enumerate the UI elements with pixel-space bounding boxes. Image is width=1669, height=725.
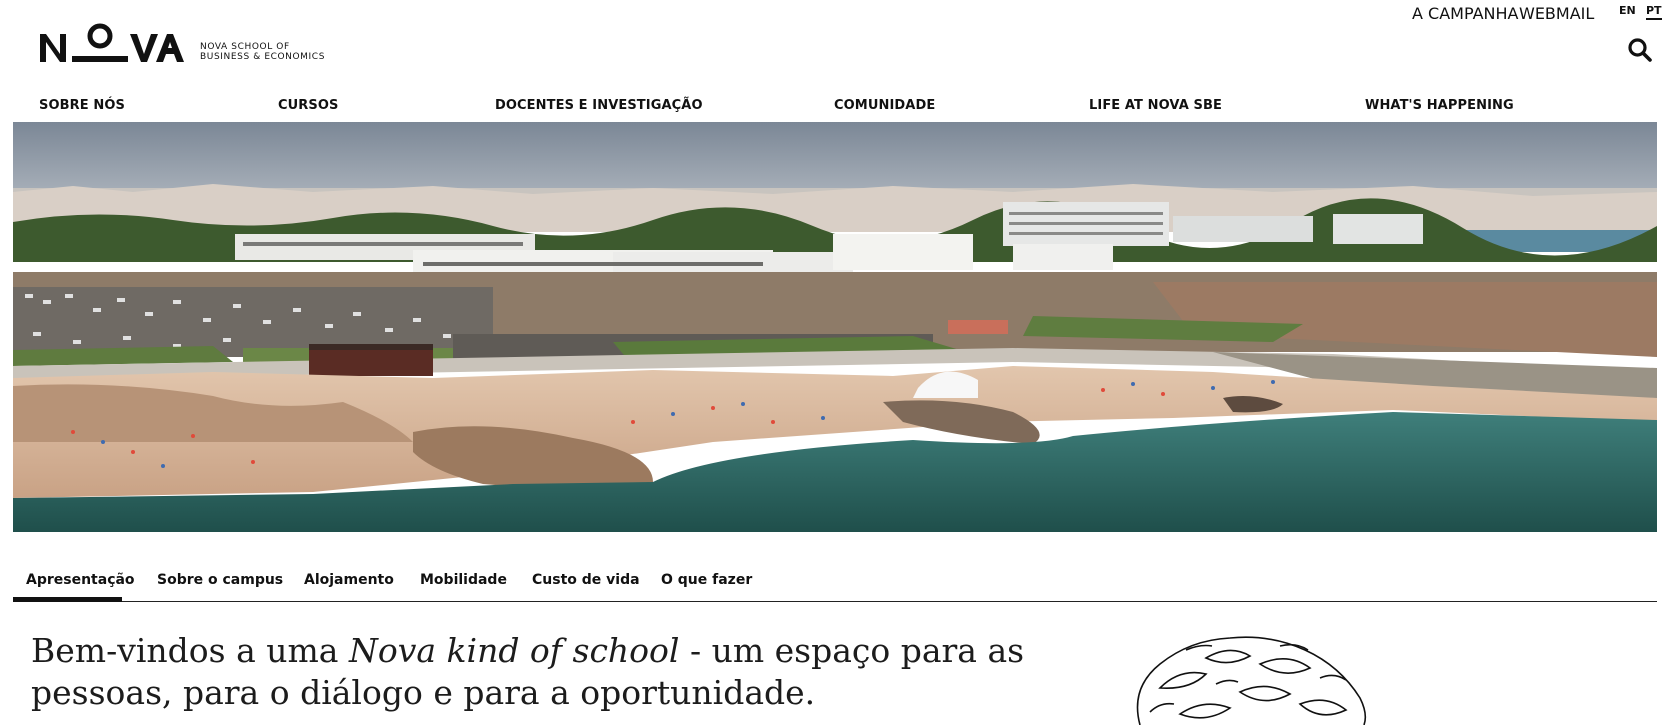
tab-alojamento[interactable]: Alojamento: [304, 572, 394, 588]
lang-pt-link[interactable]: PT: [1646, 4, 1662, 20]
nav-cursos[interactable]: CURSOS: [278, 98, 338, 113]
tab-sobre-o-campus[interactable]: Sobre o campus: [157, 572, 283, 588]
nav-whats-happening[interactable]: WHAT'S HAPPENING: [1365, 98, 1514, 113]
nova-wordmark: [40, 23, 184, 62]
main-navigation: SOBRE NÓS CURSOS DOCENTES E INVESTIGAÇÃO…: [0, 98, 1669, 116]
section-tabs: Apresentação Sobre o campus Alojamento M…: [13, 570, 1657, 602]
logo-line-2: BUSINESS & ECONOMICS: [200, 52, 326, 62]
nav-docentes-investigacao[interactable]: DOCENTES E INVESTIGAÇÃO: [495, 98, 703, 113]
intro-text-before: Bem-vindos a uma: [31, 631, 349, 670]
intro-text-italic: Nova kind of school: [348, 631, 680, 670]
tab-o-que-fazer[interactable]: O que fazer: [661, 572, 752, 588]
a-campanha-link[interactable]: A CAMPANHA: [1412, 4, 1518, 23]
leaf-illustration: [1136, 636, 1367, 725]
tab-mobilidade[interactable]: Mobilidade: [420, 572, 507, 588]
active-tab-indicator: [13, 597, 122, 602]
nova-sbe-logo[interactable]: NOVA SCHOOL OF BUSINESS & ECONOMICS: [38, 18, 338, 64]
logo-line-1: NOVA SCHOOL OF: [200, 42, 290, 52]
nav-comunidade[interactable]: COMUNIDADE: [834, 98, 935, 113]
hero-campus-image: [13, 122, 1657, 532]
tab-custo-de-vida[interactable]: Custo de vida: [532, 572, 640, 588]
intro-statement: Bem-vindos a uma Nova kind of school - u…: [31, 630, 1071, 714]
search-icon[interactable]: [1627, 37, 1653, 63]
nav-sobre-nos[interactable]: SOBRE NÓS: [39, 98, 125, 113]
webmail-link[interactable]: WEBMAIL: [1519, 4, 1594, 23]
tab-apresentacao[interactable]: Apresentação: [26, 572, 135, 588]
logo-school-name: NOVA SCHOOL OF BUSINESS & ECONOMICS: [200, 42, 325, 62]
lang-en-link[interactable]: EN: [1619, 4, 1636, 17]
nav-life-at-nova-sbe[interactable]: LIFE AT NOVA SBE: [1089, 98, 1222, 113]
